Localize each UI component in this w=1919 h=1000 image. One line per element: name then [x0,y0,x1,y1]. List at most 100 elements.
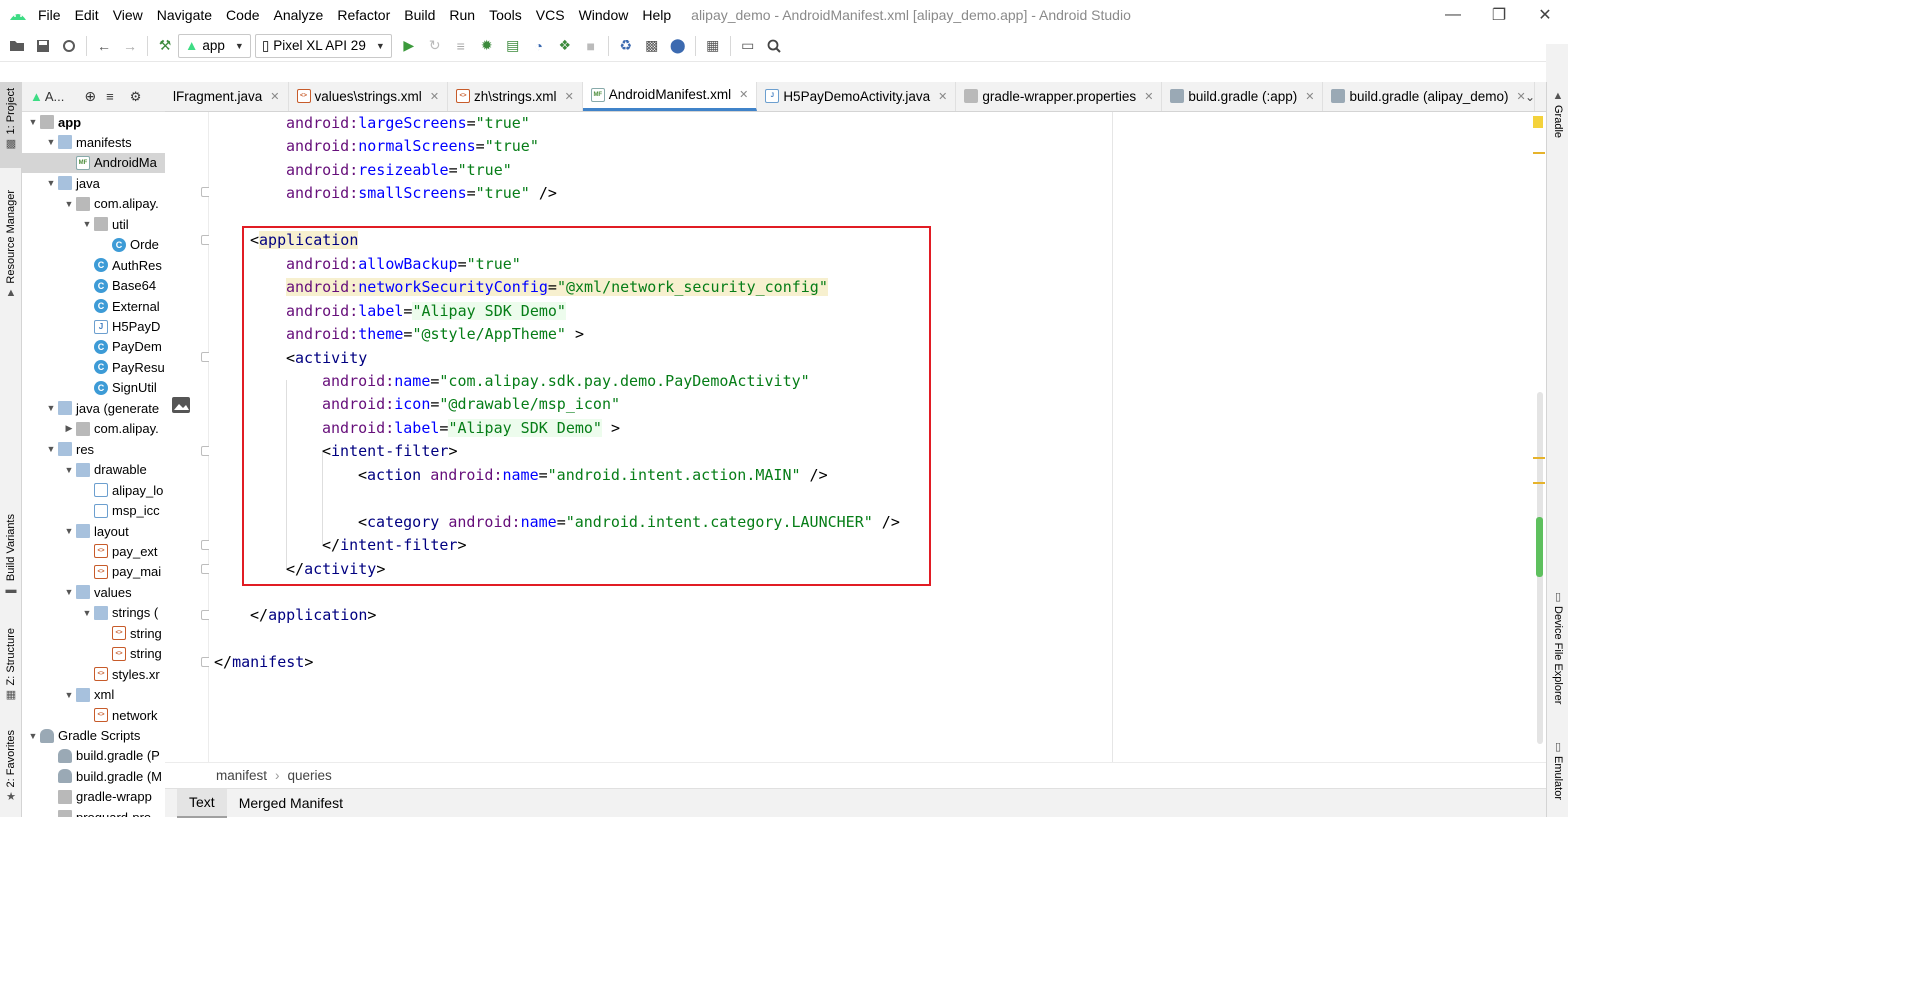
menu-item-help[interactable]: Help [642,7,671,23]
tree-item[interactable]: ▼ app [22,112,82,132]
highlight-marker[interactable] [1533,152,1545,154]
editor-tab[interactable]: lFragment.java ✕ [165,82,289,111]
code-line[interactable]: </manifest> [214,651,313,674]
tree-item[interactable]: C Orde [22,235,159,255]
tree-item[interactable]: ▼ res [22,439,95,459]
tree-item[interactable]: <> pay_ext [22,541,158,561]
tool-window-project[interactable]: 1: Project ▩ [0,82,22,168]
editor-tab[interactable]: build.gradle (alipay_demo) ✕ [1323,82,1535,111]
stop-icon[interactable]: ■ [578,33,604,59]
debug-icon[interactable]: ✹ [474,33,500,59]
chevron-down-icon[interactable]: ▼ [26,117,40,127]
chevron-down-icon[interactable]: ▼ [62,587,76,597]
menu-item-build[interactable]: Build [404,7,435,23]
tree-item[interactable]: J H5PayD [22,317,160,337]
tree-item[interactable]: ▶ com.alipay. [22,419,159,439]
tree-item[interactable]: proguard-pro [22,807,151,817]
tab-merged-manifest[interactable]: Merged Manifest [227,789,355,818]
tree-item[interactable]: ▼ layout [22,521,129,541]
run-config-selector[interactable]: ▲ app ▼ [178,33,251,58]
open-folder-icon[interactable] [4,33,30,59]
chevron-down-icon[interactable]: ▼ [44,403,58,413]
image-preview-icon[interactable] [172,397,190,413]
chevron-down-icon[interactable]: ▼ [44,444,58,454]
editor-tab[interactable]: build.gradle (:app) ✕ [1162,82,1324,111]
forward-arrow-icon[interactable]: → [117,33,143,59]
profiler-icon[interactable]: ◔ [526,33,552,59]
close-icon[interactable]: ✕ [565,90,574,103]
tool-window-structure[interactable]: Z: Structure ▦ [0,628,22,708]
menu-item-analyze[interactable]: Analyze [274,7,324,23]
tree-item[interactable]: gradle-wrapp [22,787,152,807]
search-icon[interactable] [761,33,787,59]
tool-window-emulator[interactable]: ▯ Emulator [1547,740,1569,810]
code-line[interactable]: android:normalScreens="true" [250,135,539,158]
tree-item[interactable]: ▼ values [22,582,132,602]
run-icon[interactable]: ▶ [396,33,422,59]
close-icon[interactable]: ✕ [1144,90,1153,103]
tree-item[interactable]: ▼ Gradle Scripts [22,726,141,746]
tree-item[interactable]: ▼ xml [22,685,115,705]
tree-item[interactable]: C Base64 [22,276,156,296]
menu-item-navigate[interactable]: Navigate [157,7,212,23]
menu-item-refactor[interactable]: Refactor [337,7,390,23]
tree-item[interactable]: ▼ java (generate [22,398,160,418]
tree-item[interactable]: C External [22,296,160,316]
menu-item-code[interactable]: Code [226,7,259,23]
project-view-label[interactable]: A... [45,89,65,104]
chevron-down-icon[interactable]: ▼ [62,465,76,475]
editor-tab[interactable]: <> values\strings.xml ✕ [289,82,449,111]
attach-debugger-icon[interactable]: ❖ [552,33,578,59]
warning-marker[interactable] [1533,116,1543,128]
editor-tab[interactable]: J H5PayDemoActivity.java ✕ [757,82,957,111]
save-all-icon[interactable] [30,33,56,59]
menu-item-run[interactable]: Run [449,7,475,23]
tree-item[interactable]: <> string [22,623,162,643]
chevron-down-icon[interactable]: ▼ [44,137,58,147]
menu-item-tools[interactable]: Tools [489,7,522,23]
tree-item[interactable]: ▼ com.alipay. [22,194,159,214]
tree-item[interactable]: ▼ manifests [22,132,132,152]
restore-icon[interactable]: ❐ [1476,0,1522,30]
tool-window-device-file-explorer[interactable]: ▯ Device File Explorer [1547,590,1569,720]
close-icon[interactable]: ✕ [430,90,439,103]
tree-item[interactable]: alipay_lo [22,480,163,500]
code-line[interactable]: </application> [250,604,376,627]
tree-item[interactable]: <> network [22,705,158,725]
tool-window-gradle[interactable]: ▲ Gradle [1547,90,1569,160]
breadcrumb-item-queries[interactable]: queries [288,768,332,783]
close-icon[interactable]: ✕ [270,90,279,103]
chevron-down-icon[interactable]: ▼ [80,219,94,229]
code-line[interactable]: android:smallScreens="true" /> [250,182,557,205]
tool-window-favorites[interactable]: 2: Favorites ★ [0,730,22,808]
tree-item[interactable]: ▼ java [22,173,100,193]
chevron-right-icon[interactable]: ▶ [62,423,76,434]
code-line[interactable]: android:largeScreens="true" [250,112,530,135]
chevron-down-icon[interactable]: ▼ [62,199,76,209]
project-structure-icon[interactable]: ▦ [700,33,726,59]
tree-item[interactable]: C PayDem [22,337,162,357]
menu-item-file[interactable]: File [38,7,61,23]
menu-item-edit[interactable]: Edit [75,7,99,23]
layout-inspector-icon[interactable]: ▭ [735,33,761,59]
tree-item[interactable]: <> string [22,644,162,664]
avd-manager-icon[interactable]: ▩ [639,33,665,59]
target-icon[interactable]: ⊕ [84,88,96,105]
menu-item-view[interactable]: View [113,7,143,23]
close-icon[interactable]: ✕ [938,90,947,103]
collapse-all-icon[interactable]: ≡ [106,89,114,104]
sync-icon[interactable] [56,33,82,59]
editor-tab[interactable]: MF AndroidManifest.xml ✕ [582,82,758,111]
editor-tab[interactable]: <> zh\strings.xml ✕ [448,82,583,111]
close-icon[interactable]: ✕ [1522,0,1568,30]
editor-tab[interactable]: gradle-wrapper.properties ✕ [956,82,1163,111]
close-icon[interactable]: ✕ [1305,90,1314,103]
chevron-down-icon[interactable]: ▼ [44,178,58,188]
tree-item[interactable]: ▼ drawable [22,460,147,480]
tree-item[interactable]: ▼ strings ( [22,603,159,623]
tree-item[interactable]: build.gradle (P [22,746,160,766]
editor-vertical-scrollbar[interactable] [1533,112,1546,762]
tab-text[interactable]: Text [177,788,227,818]
tree-item[interactable]: build.gradle (M [22,766,162,786]
tree-item[interactable]: msp_icc [22,501,160,521]
